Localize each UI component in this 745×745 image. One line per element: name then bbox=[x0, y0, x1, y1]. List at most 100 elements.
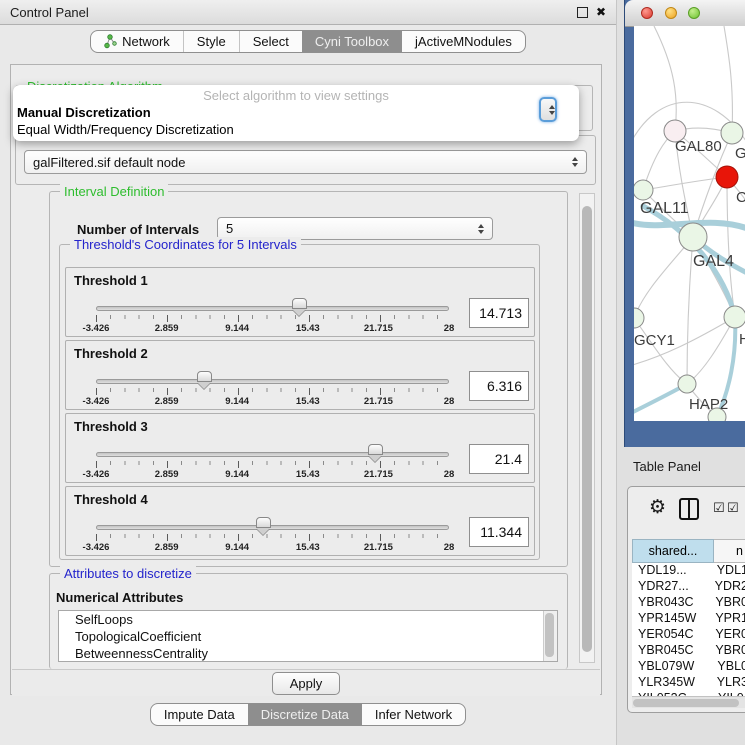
threshold-2-slider[interactable]: -3.426 2.859 9.144 15.43 21.715 28 bbox=[66, 341, 534, 409]
column-header-name[interactable]: n bbox=[714, 539, 745, 563]
node-gal11[interactable] bbox=[634, 180, 653, 200]
attributes-group: Attributes to discretize Numerical Attri… bbox=[49, 573, 568, 669]
table-row[interactable]: YBR043CYBR0 bbox=[632, 595, 745, 611]
slider-handle[interactable] bbox=[256, 517, 271, 528]
node-label-h: H bbox=[739, 331, 745, 348]
node-h[interactable] bbox=[724, 306, 745, 328]
popup-item-manual-discretization[interactable]: Manual Discretization bbox=[17, 105, 151, 120]
slider-track[interactable] bbox=[96, 452, 449, 457]
spinner-arrows-icon bbox=[549, 105, 555, 115]
node-hap2[interactable] bbox=[678, 375, 696, 393]
control-panel-titlebar: Control Panel ✖ bbox=[0, 0, 616, 25]
checkbox-icon[interactable]: ☑ bbox=[713, 500, 725, 516]
slider-ticks bbox=[96, 388, 450, 395]
algorithm-combo-arrow-button[interactable] bbox=[539, 97, 557, 122]
network-graph bbox=[634, 26, 745, 421]
list-item[interactable]: BetweennessCentrality bbox=[59, 645, 557, 662]
node-table: YDL19...YDL1 YDR27...YDR2 YBR043CYBR0 YP… bbox=[632, 563, 745, 696]
tab-select[interactable]: Select bbox=[239, 31, 302, 52]
threshold-2-value-field[interactable]: 6.316 bbox=[469, 371, 529, 401]
network-canvas[interactable]: GAL80 GA C GAL11 GAL4 GCY1 H HAP2 bbox=[634, 26, 745, 421]
tab-impute-data[interactable]: Impute Data bbox=[151, 704, 248, 725]
thresholds-title: Threshold's Coordinates for 5 Intervals bbox=[70, 237, 301, 252]
node-red-selected[interactable] bbox=[716, 166, 738, 188]
table-horizontal-scrollbar[interactable] bbox=[632, 696, 745, 708]
table-columns-icon[interactable] bbox=[679, 498, 699, 520]
tab-jactivemnodules[interactable]: jActiveMNodules bbox=[402, 31, 525, 52]
numerical-attributes-list: SelfLoops TopologicalCoefficient Between… bbox=[58, 610, 558, 662]
list-item[interactable]: TopologicalCoefficient bbox=[59, 628, 557, 645]
slider-track[interactable] bbox=[96, 379, 449, 384]
tab-network[interactable]: Network bbox=[91, 31, 183, 52]
node-label-gal4: GAL4 bbox=[693, 253, 734, 271]
close-icon[interactable]: ✖ bbox=[596, 6, 606, 18]
threshold-4-row: Threshold 4 -3.426 2.859 9.144 15.43 21.… bbox=[65, 486, 535, 556]
numerical-attributes-label: Numerical Attributes bbox=[56, 590, 183, 605]
thresholds-group: Threshold's Coordinates for 5 Intervals … bbox=[59, 244, 540, 560]
float-window-icon[interactable] bbox=[577, 7, 588, 18]
apply-button[interactable]: Apply bbox=[272, 672, 340, 695]
tab-discretize-data[interactable]: Discretize Data bbox=[248, 704, 362, 725]
table-row[interactable]: YBL079WYBL0 bbox=[632, 659, 745, 675]
close-traffic-light-icon[interactable] bbox=[641, 7, 653, 19]
spinner-arrows-icon bbox=[478, 224, 484, 234]
algorithm-placeholder: Select algorithm to view settings bbox=[13, 88, 579, 103]
node-label-cut-c: C bbox=[736, 189, 745, 206]
slider-handle[interactable] bbox=[197, 371, 212, 382]
node-top-right[interactable] bbox=[721, 122, 743, 144]
table-row[interactable]: YDL19...YDL1 bbox=[632, 563, 745, 579]
slider-track[interactable] bbox=[96, 306, 449, 311]
slider-handle[interactable] bbox=[368, 444, 383, 455]
spinner-arrows-icon bbox=[572, 157, 578, 167]
threshold-3-value-field[interactable]: 21.4 bbox=[469, 444, 529, 474]
table-data-combo[interactable]: galFiltered.sif default node bbox=[24, 150, 587, 174]
panel-scrollbar[interactable] bbox=[579, 193, 595, 663]
cyni-toolbox-panel: Discretization Algorithm Select algorith… bbox=[10, 64, 602, 695]
gear-icon[interactable]: ⚙ bbox=[649, 496, 666, 519]
threshold-1-slider[interactable]: -3.426 2.859 9.144 15.43 21.715 28 bbox=[66, 268, 534, 336]
interval-definition-title: Interval Definition bbox=[60, 184, 168, 199]
table-panel: ⚙ ☑ ☑ shared... n YDL19...YDL1 YDR27...Y… bbox=[627, 486, 745, 713]
node-label-cut-ga: GA bbox=[735, 145, 745, 162]
window-title: Control Panel bbox=[0, 5, 89, 20]
slider-track[interactable] bbox=[96, 525, 449, 530]
threshold-4-slider[interactable]: -3.426 2.859 9.144 15.43 21.715 28 bbox=[66, 487, 534, 555]
minimize-traffic-light-icon[interactable] bbox=[665, 7, 677, 19]
node-label-hap2: HAP2 bbox=[689, 396, 728, 413]
network-icon bbox=[104, 34, 117, 49]
table-row[interactable]: YLR345WYLR3 bbox=[632, 675, 745, 691]
column-header-shared[interactable]: shared... bbox=[632, 539, 714, 563]
slider-ticks bbox=[96, 315, 450, 322]
node-gcy1[interactable] bbox=[634, 308, 644, 328]
tab-infer-network[interactable]: Infer Network bbox=[362, 704, 465, 725]
slider-ticks bbox=[96, 534, 450, 541]
number-of-intervals-label: Number of Intervals bbox=[77, 222, 199, 237]
checkbox-icon[interactable]: ☑ bbox=[727, 500, 739, 516]
threshold-3-slider[interactable]: -3.426 2.859 9.144 15.43 21.715 28 bbox=[66, 414, 534, 482]
zoom-traffic-light-icon[interactable] bbox=[688, 7, 700, 19]
interval-definition-group: Interval Definition Number of Intervals … bbox=[49, 191, 568, 567]
algorithm-dropdown-popup: Select algorithm to view settings Manual… bbox=[13, 85, 579, 141]
apply-strip: Apply bbox=[12, 669, 600, 696]
top-tab-bar: Network Style Select Cyni Toolbox jActiv… bbox=[90, 30, 526, 53]
threshold-2-row: Threshold 2 -3.426 2.859 9.144 15.43 21.… bbox=[65, 340, 535, 410]
node-gal4[interactable] bbox=[679, 223, 707, 251]
list-item[interactable]: SelfLoops bbox=[59, 611, 557, 628]
tab-style[interactable]: Style bbox=[183, 31, 239, 52]
popup-item-equal-width-frequency[interactable]: Equal Width/Frequency Discretization bbox=[17, 122, 234, 137]
node-label-gal80: GAL80 bbox=[675, 138, 722, 155]
slider-ticks bbox=[96, 461, 450, 468]
slider-handle[interactable] bbox=[292, 298, 307, 309]
table-row[interactable]: YDR27...YDR2 bbox=[632, 579, 745, 595]
table-row[interactable]: YER054CYER0 bbox=[632, 627, 745, 643]
attributes-title: Attributes to discretize bbox=[60, 566, 196, 581]
table-row[interactable]: YPR145WYPR1 bbox=[632, 611, 745, 627]
threshold-4-value-field[interactable]: 11.344 bbox=[469, 517, 529, 547]
network-window-titlebar bbox=[625, 0, 745, 27]
control-panel-window: Control Panel ✖ Network Style Select Cyn… bbox=[0, 0, 617, 745]
list-scrollbar[interactable] bbox=[543, 611, 557, 661]
tab-cyni-toolbox[interactable]: Cyni Toolbox bbox=[302, 31, 402, 52]
threshold-1-value-field[interactable]: 14.713 bbox=[469, 298, 529, 328]
table-row[interactable]: YBR045CYBR0 bbox=[632, 643, 745, 659]
network-view-window: GAL80 GA C GAL11 GAL4 GCY1 H HAP2 bbox=[624, 0, 745, 447]
